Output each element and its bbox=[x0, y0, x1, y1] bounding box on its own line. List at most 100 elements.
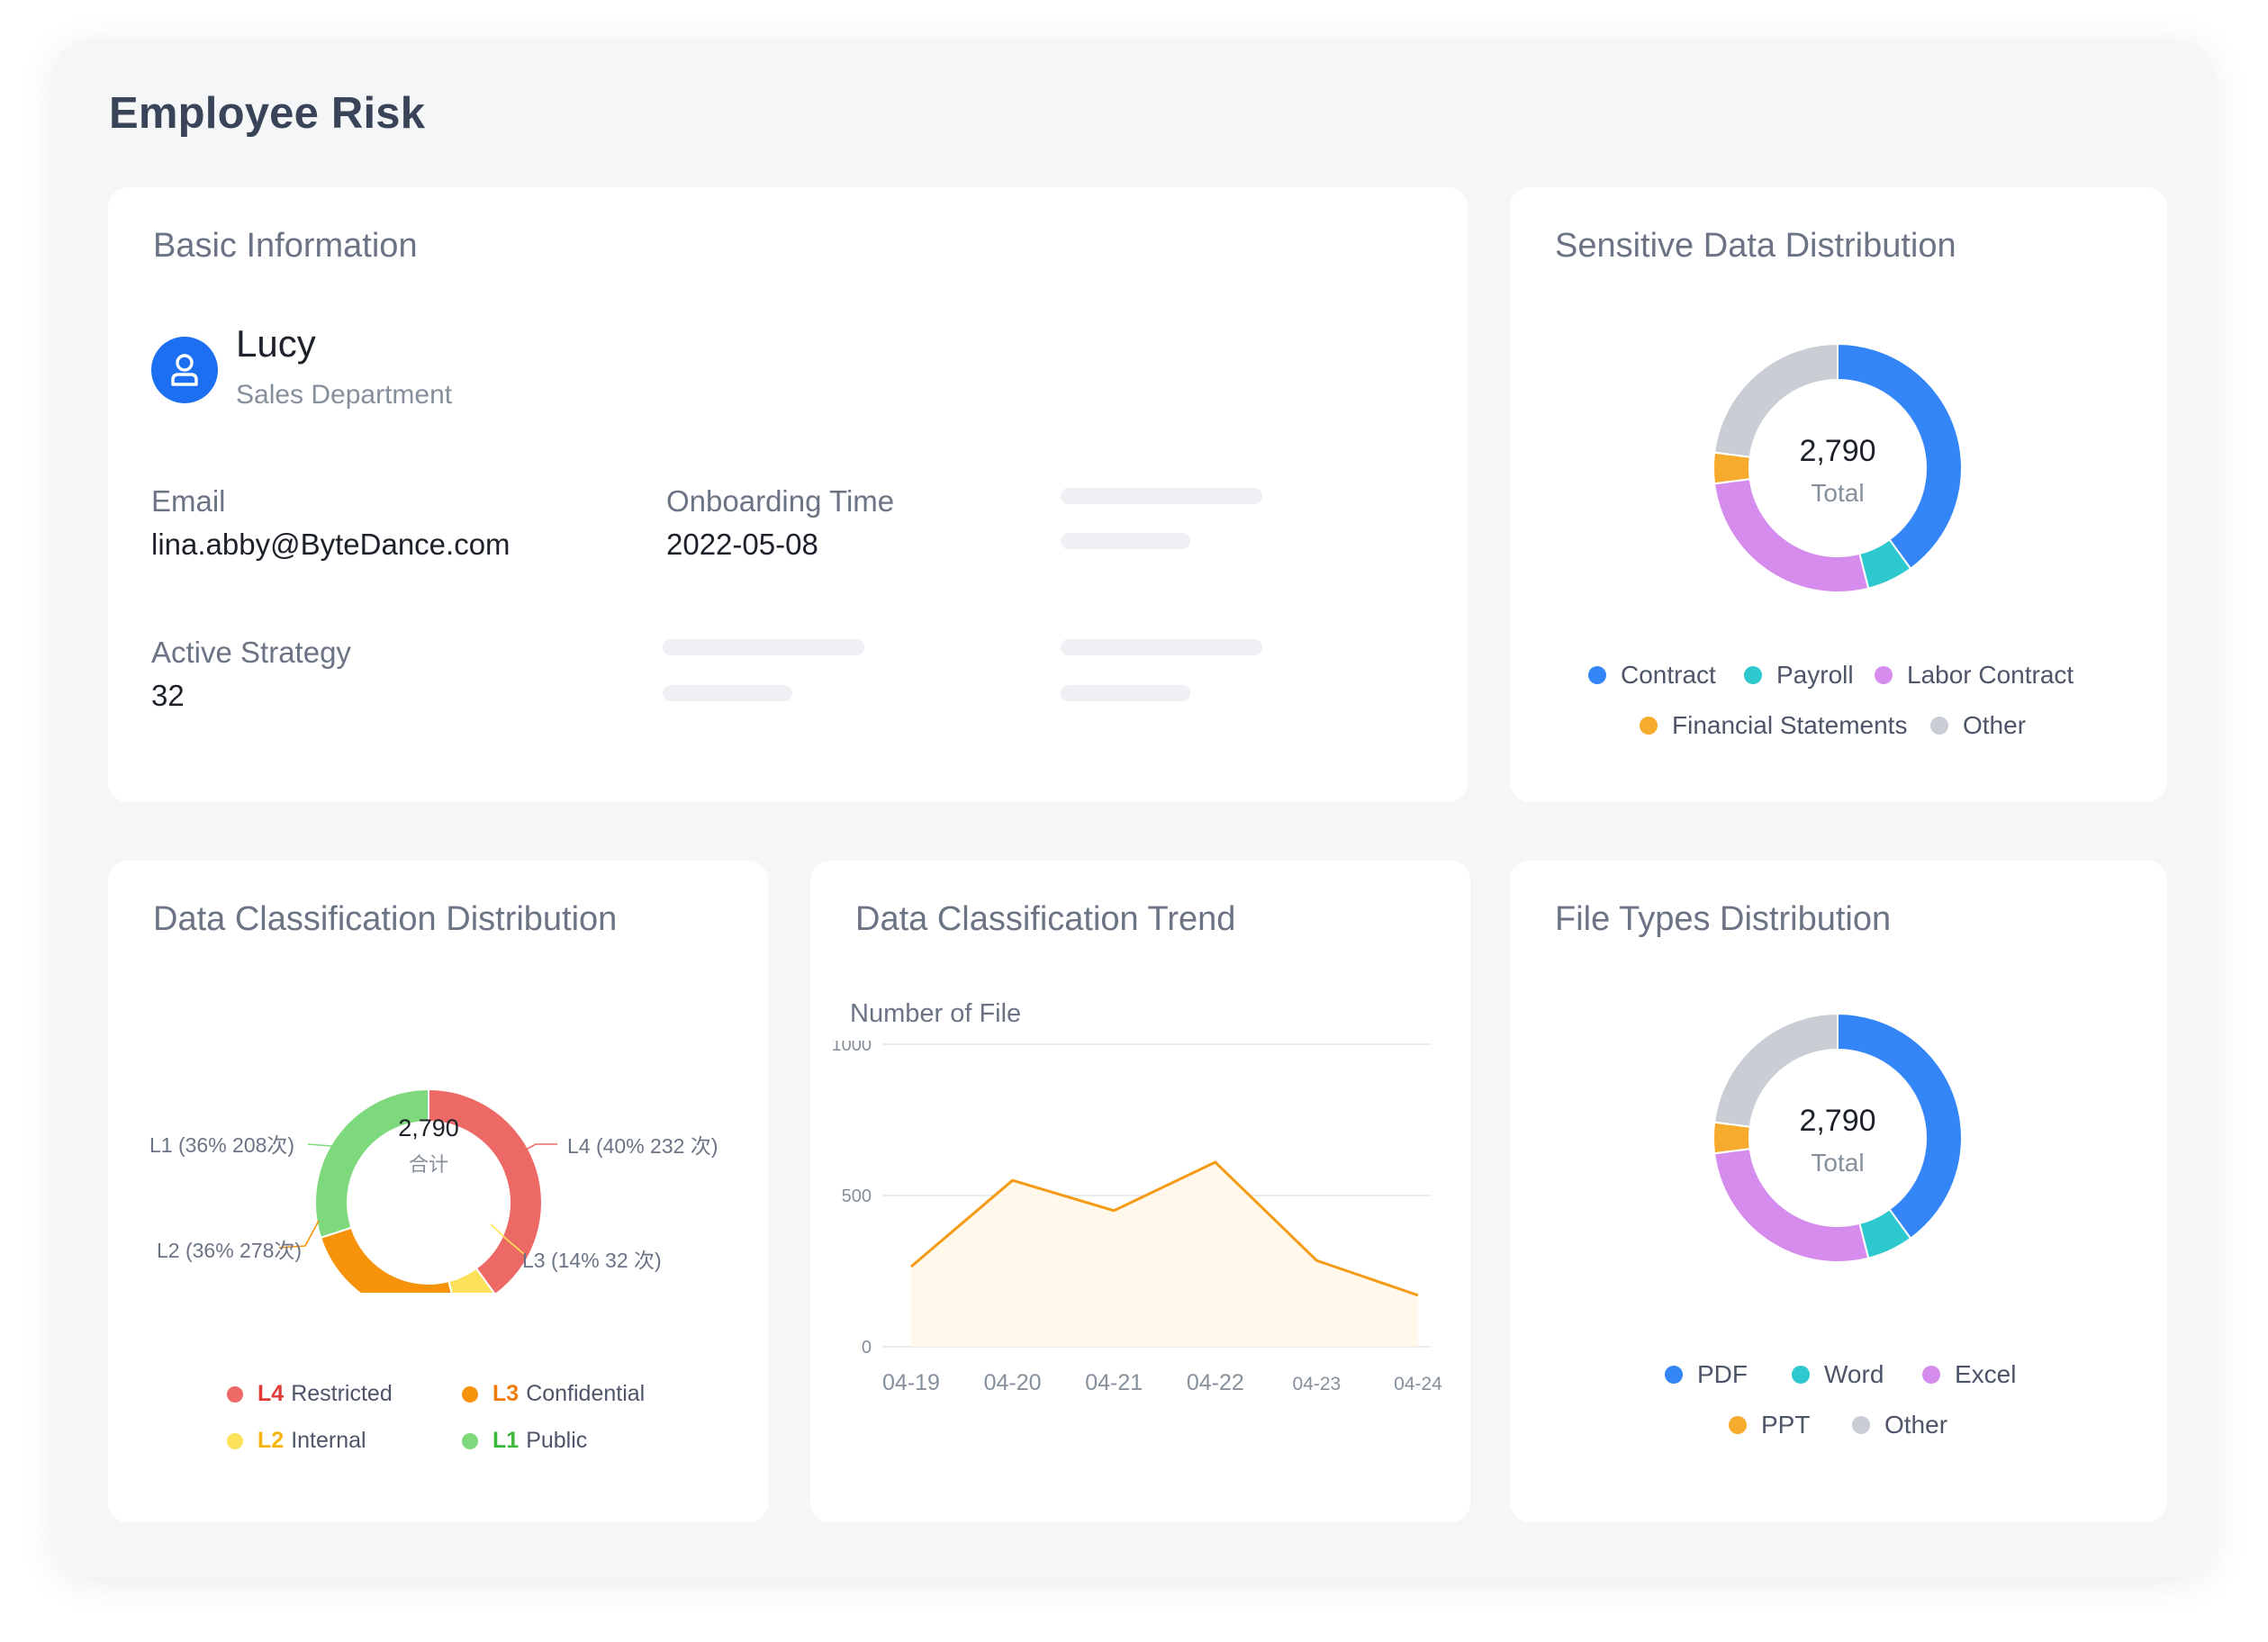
legend-label: PPT bbox=[1761, 1411, 1811, 1439]
user-department: Sales Department bbox=[236, 380, 453, 410]
onboarding-label: Onboarding Time bbox=[666, 484, 895, 518]
label-l3: L3 (14% 32 次) bbox=[522, 1249, 662, 1272]
trend-point-04-24[interactable] bbox=[1413, 1290, 1423, 1301]
y-tick-label: 1000 bbox=[832, 1041, 872, 1055]
trend-point-04-23[interactable] bbox=[1311, 1255, 1322, 1266]
onboarding-value: 2022-05-08 bbox=[666, 528, 818, 561]
sensitive-total-label: Total bbox=[1811, 479, 1865, 507]
label-l1: L1 (36% 208次) bbox=[149, 1133, 294, 1157]
legend-dot bbox=[1665, 1366, 1683, 1384]
email-label: Email bbox=[151, 484, 226, 518]
avatar bbox=[151, 337, 218, 403]
donut-slice-l2[interactable] bbox=[319, 1226, 456, 1293]
legend-l4[interactable]: L4 Restricted bbox=[227, 1381, 393, 1407]
legend-dot bbox=[462, 1432, 478, 1449]
trend-y-axis-label: Number of File bbox=[850, 999, 1022, 1028]
legend-label: PDF bbox=[1697, 1360, 1748, 1388]
y-tick-label: 0 bbox=[862, 1338, 872, 1358]
skeleton-line bbox=[1061, 639, 1262, 655]
email-value: lina.abby@ByteDance.com bbox=[151, 528, 511, 561]
level-code: L4 bbox=[258, 1381, 285, 1406]
legend-label: Contract bbox=[1621, 661, 1716, 689]
active-strategy-label: Active Strategy bbox=[151, 636, 351, 669]
legend-excel[interactable]: Excel bbox=[1922, 1360, 2016, 1389]
legend-file-other[interactable]: Other bbox=[1852, 1411, 1947, 1439]
legend-l2[interactable]: L2 Internal bbox=[227, 1428, 366, 1454]
x-tick-label: 04-23 bbox=[1293, 1374, 1342, 1394]
basic-info-card: Basic Information Lucy Sales Department … bbox=[108, 187, 1468, 802]
legend-payroll[interactable]: Payroll bbox=[1744, 661, 1854, 690]
legend-label: Financial Statements bbox=[1672, 711, 1908, 739]
skeleton-line bbox=[1061, 533, 1190, 549]
x-tick-label: 04-21 bbox=[1085, 1370, 1143, 1395]
classification-total-label: 合计 bbox=[408, 1153, 448, 1176]
trend-point-04-21[interactable] bbox=[1108, 1205, 1119, 1216]
level-code: L2 bbox=[258, 1428, 285, 1453]
legend-dot bbox=[1922, 1366, 1940, 1384]
x-tick-label: 04-19 bbox=[882, 1370, 940, 1395]
legend-financial-statements[interactable]: Financial Statements bbox=[1640, 711, 1907, 740]
legend-dot bbox=[1744, 666, 1762, 684]
legend-label: Confidential bbox=[526, 1381, 646, 1406]
legend-dot bbox=[1852, 1416, 1870, 1434]
legend-dot bbox=[1588, 666, 1606, 684]
legend-label: Restricted bbox=[291, 1381, 393, 1406]
legend-pdf[interactable]: PDF bbox=[1665, 1360, 1748, 1389]
legend-label: Excel bbox=[1955, 1360, 2017, 1388]
label-l4: L4 (40% 232 次) bbox=[567, 1134, 718, 1158]
classification-donut-chart: L4 (40% 232 次) L1 (36% 208次) L2 (36% 278… bbox=[149, 1087, 718, 1293]
legend-contract[interactable]: Contract bbox=[1588, 661, 1716, 690]
x-tick-label: 04-24 bbox=[1394, 1374, 1442, 1394]
legend-label: Public bbox=[526, 1428, 588, 1453]
trend-point-04-19[interactable] bbox=[906, 1261, 917, 1272]
level-code: L1 bbox=[492, 1428, 520, 1453]
active-strategy-value: 32 bbox=[151, 679, 185, 712]
trend-line-chart: 1000 500 0 04-19 04-20 04-21 04-22 04-23 04-24 bbox=[832, 1041, 1443, 1395]
basic-info-title: Basic Information bbox=[153, 227, 418, 265]
skeleton-line bbox=[1061, 685, 1190, 701]
trend-point-04-22[interactable] bbox=[1210, 1157, 1221, 1168]
file-types-title: File Types Distribution bbox=[1555, 900, 1892, 938]
skeleton-line bbox=[1061, 488, 1262, 504]
legend-labor-contract[interactable]: Labor Contract bbox=[1875, 661, 2074, 690]
legend-dot bbox=[227, 1385, 243, 1403]
skeleton-line bbox=[663, 639, 864, 655]
page-title: Employee Risk bbox=[109, 89, 426, 138]
sensitive-total: 2,790 bbox=[1799, 434, 1876, 468]
legend-dot bbox=[1875, 666, 1893, 684]
legend-word[interactable]: Word bbox=[1792, 1360, 1884, 1389]
legend-dot bbox=[227, 1432, 243, 1449]
skeleton-line bbox=[663, 685, 792, 701]
user-name: Lucy bbox=[236, 322, 316, 365]
level-code: L3 bbox=[492, 1381, 520, 1406]
user-icon bbox=[171, 354, 198, 386]
legend-other[interactable]: Other bbox=[1930, 711, 2026, 740]
legend-label: Internal bbox=[291, 1428, 366, 1453]
label-l2: L2 (36% 278次) bbox=[157, 1239, 302, 1262]
sensitive-data-card: Sensitive Data Distribution 2,790 Total … bbox=[1510, 187, 2167, 802]
legend-ppt[interactable]: PPT bbox=[1729, 1411, 1810, 1439]
x-tick-label: 04-20 bbox=[984, 1370, 1042, 1395]
legend-dot bbox=[462, 1385, 478, 1403]
classification-card: Data Classification Distribution L4 (40%… bbox=[108, 861, 768, 1522]
legend-label: Word bbox=[1824, 1360, 1884, 1388]
file-types-card: File Types Distribution 2,790 Total PDF … bbox=[1510, 861, 2167, 1522]
trend-area bbox=[911, 1162, 1418, 1347]
legend-label: Payroll bbox=[1776, 661, 1854, 689]
classification-title: Data Classification Distribution bbox=[153, 900, 618, 938]
legend-dot bbox=[1729, 1416, 1747, 1434]
legend-l1[interactable]: L1 Public bbox=[462, 1428, 587, 1454]
file-types-total-label: Total bbox=[1811, 1149, 1865, 1177]
legend-dot bbox=[1640, 717, 1658, 735]
sensitive-data-title: Sensitive Data Distribution bbox=[1555, 227, 1956, 265]
x-tick-label: 04-22 bbox=[1187, 1370, 1244, 1395]
y-tick-label: 500 bbox=[842, 1186, 872, 1206]
legend-label: Labor Contract bbox=[1907, 661, 2074, 689]
legend-dot bbox=[1930, 717, 1948, 735]
legend-l3[interactable]: L3 Confidential bbox=[462, 1381, 645, 1407]
legend-label: Other bbox=[1963, 711, 2027, 739]
trend-point-04-20[interactable] bbox=[1007, 1175, 1018, 1186]
trend-card: Data Classification Trend Number of File… bbox=[810, 861, 1470, 1522]
classification-total: 2,790 bbox=[398, 1114, 459, 1141]
file-types-total: 2,790 bbox=[1799, 1104, 1876, 1138]
